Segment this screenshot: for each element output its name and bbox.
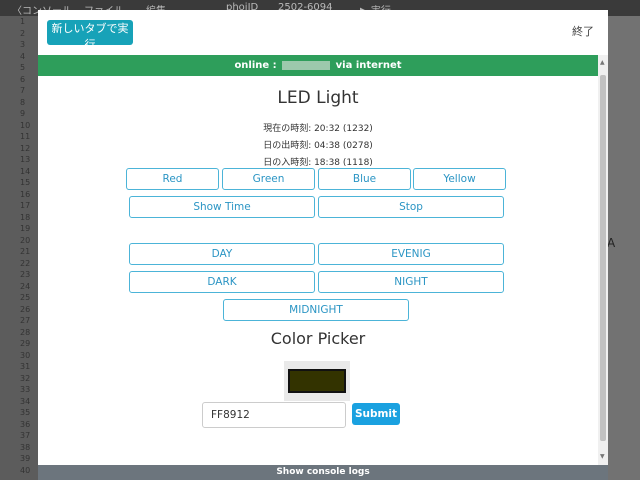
modal-scrollbar[interactable]: ▲ ▼ <box>598 55 608 465</box>
line-number: 22 <box>20 258 31 268</box>
run-modal: 新しいタブで実行 終了 online : via internet LED Li… <box>38 10 608 480</box>
stop-button[interactable]: Stop <box>318 196 504 218</box>
status-suffix: via internet <box>335 60 402 71</box>
show-console-logs-bar[interactable]: Show console logs <box>38 465 608 480</box>
line-number: 2 <box>20 28 26 38</box>
line-number: 13 <box>20 155 31 164</box>
line-number: 29 <box>20 339 31 348</box>
line-number: 39 <box>20 454 31 463</box>
color-swatch[interactable] <box>284 361 350 401</box>
yellow-button[interactable]: Yellow <box>413 168 506 190</box>
line-number: 35 <box>20 408 31 417</box>
show-time-button[interactable]: Show Time <box>129 196 315 218</box>
line-number: 17 <box>20 201 31 210</box>
line-number: 16 <box>20 189 31 199</box>
line-number: 4 <box>20 51 26 61</box>
line-number-gutter: 1 2 3 4 5 6 7 8 9 10 11 12 13 14 15 16 1… <box>0 16 40 480</box>
line-number: 33 <box>20 385 31 394</box>
line-number: 37 <box>20 431 31 440</box>
sunrise-time-text: 日の出時刻: 04:38 (0278) <box>263 141 373 151</box>
midnight-button[interactable]: MIDNIGHT <box>223 299 409 321</box>
app-frame: online : via internet LED Light 現在の時刻: 2… <box>38 55 598 465</box>
line-number: 15 <box>20 178 31 187</box>
led-light-title: LED Light <box>277 88 359 108</box>
line-number: 18 <box>20 212 31 222</box>
line-number: 34 <box>20 396 31 406</box>
line-number: 36 <box>20 419 31 429</box>
evening-button[interactable]: EVENIG <box>318 243 504 265</box>
scroll-down-arrow-icon[interactable]: ▼ <box>600 453 605 460</box>
line-number: 12 <box>20 143 31 153</box>
scrollbar-thumb[interactable] <box>600 75 606 441</box>
line-number: 26 <box>20 304 31 314</box>
blue-button[interactable]: Blue <box>318 168 411 190</box>
modal-header: 新しいタブで実行 終了 <box>38 10 608 55</box>
current-time-text: 現在の時刻: 20:32 (1232) <box>263 124 373 134</box>
open-in-new-tab-button[interactable]: 新しいタブで実行 <box>47 20 133 51</box>
line-number: 14 <box>20 166 31 176</box>
line-number: 25 <box>20 293 31 302</box>
line-number: 19 <box>20 224 31 233</box>
sunset-time-text: 日の入時刻: 18:38 (1118) <box>263 158 373 168</box>
line-number: 23 <box>20 270 31 279</box>
line-number: 27 <box>20 316 31 325</box>
right-panel-char: A <box>607 236 616 250</box>
color-picker-title: Color Picker <box>270 329 366 348</box>
close-button[interactable]: 終了 <box>572 23 594 39</box>
scroll-up-arrow-icon[interactable]: ▲ <box>600 59 605 66</box>
line-number: 5 <box>20 63 26 72</box>
line-number: 7 <box>20 86 26 95</box>
line-number: 24 <box>20 281 31 291</box>
color-swatch-fill[interactable] <box>288 369 346 393</box>
status-prefix: online : <box>234 60 277 71</box>
line-number: 6 <box>20 74 26 84</box>
submit-button[interactable]: Submit <box>352 403 400 425</box>
night-button[interactable]: NIGHT <box>318 271 504 293</box>
line-number: 10 <box>20 120 31 130</box>
line-number: 8 <box>20 97 26 107</box>
day-button[interactable]: DAY <box>129 243 315 265</box>
green-button[interactable]: Green <box>222 168 315 190</box>
line-number: 38 <box>20 442 31 452</box>
line-number: 30 <box>20 350 31 360</box>
connection-status-bar: online : via internet <box>38 55 598 76</box>
line-number: 9 <box>20 109 26 118</box>
masked-address <box>282 60 331 70</box>
line-number: 1 <box>20 17 26 26</box>
dark-button[interactable]: DARK <box>129 271 315 293</box>
line-number: 28 <box>20 327 31 337</box>
color-hex-input[interactable] <box>202 402 346 428</box>
line-number: 32 <box>20 373 31 383</box>
line-number: 31 <box>20 362 31 371</box>
line-number: 3 <box>20 40 26 49</box>
red-button[interactable]: Red <box>126 168 219 190</box>
line-number: 20 <box>20 235 31 245</box>
line-number: 21 <box>20 247 31 256</box>
line-number: 11 <box>20 132 31 141</box>
line-number: 40 <box>20 465 31 475</box>
